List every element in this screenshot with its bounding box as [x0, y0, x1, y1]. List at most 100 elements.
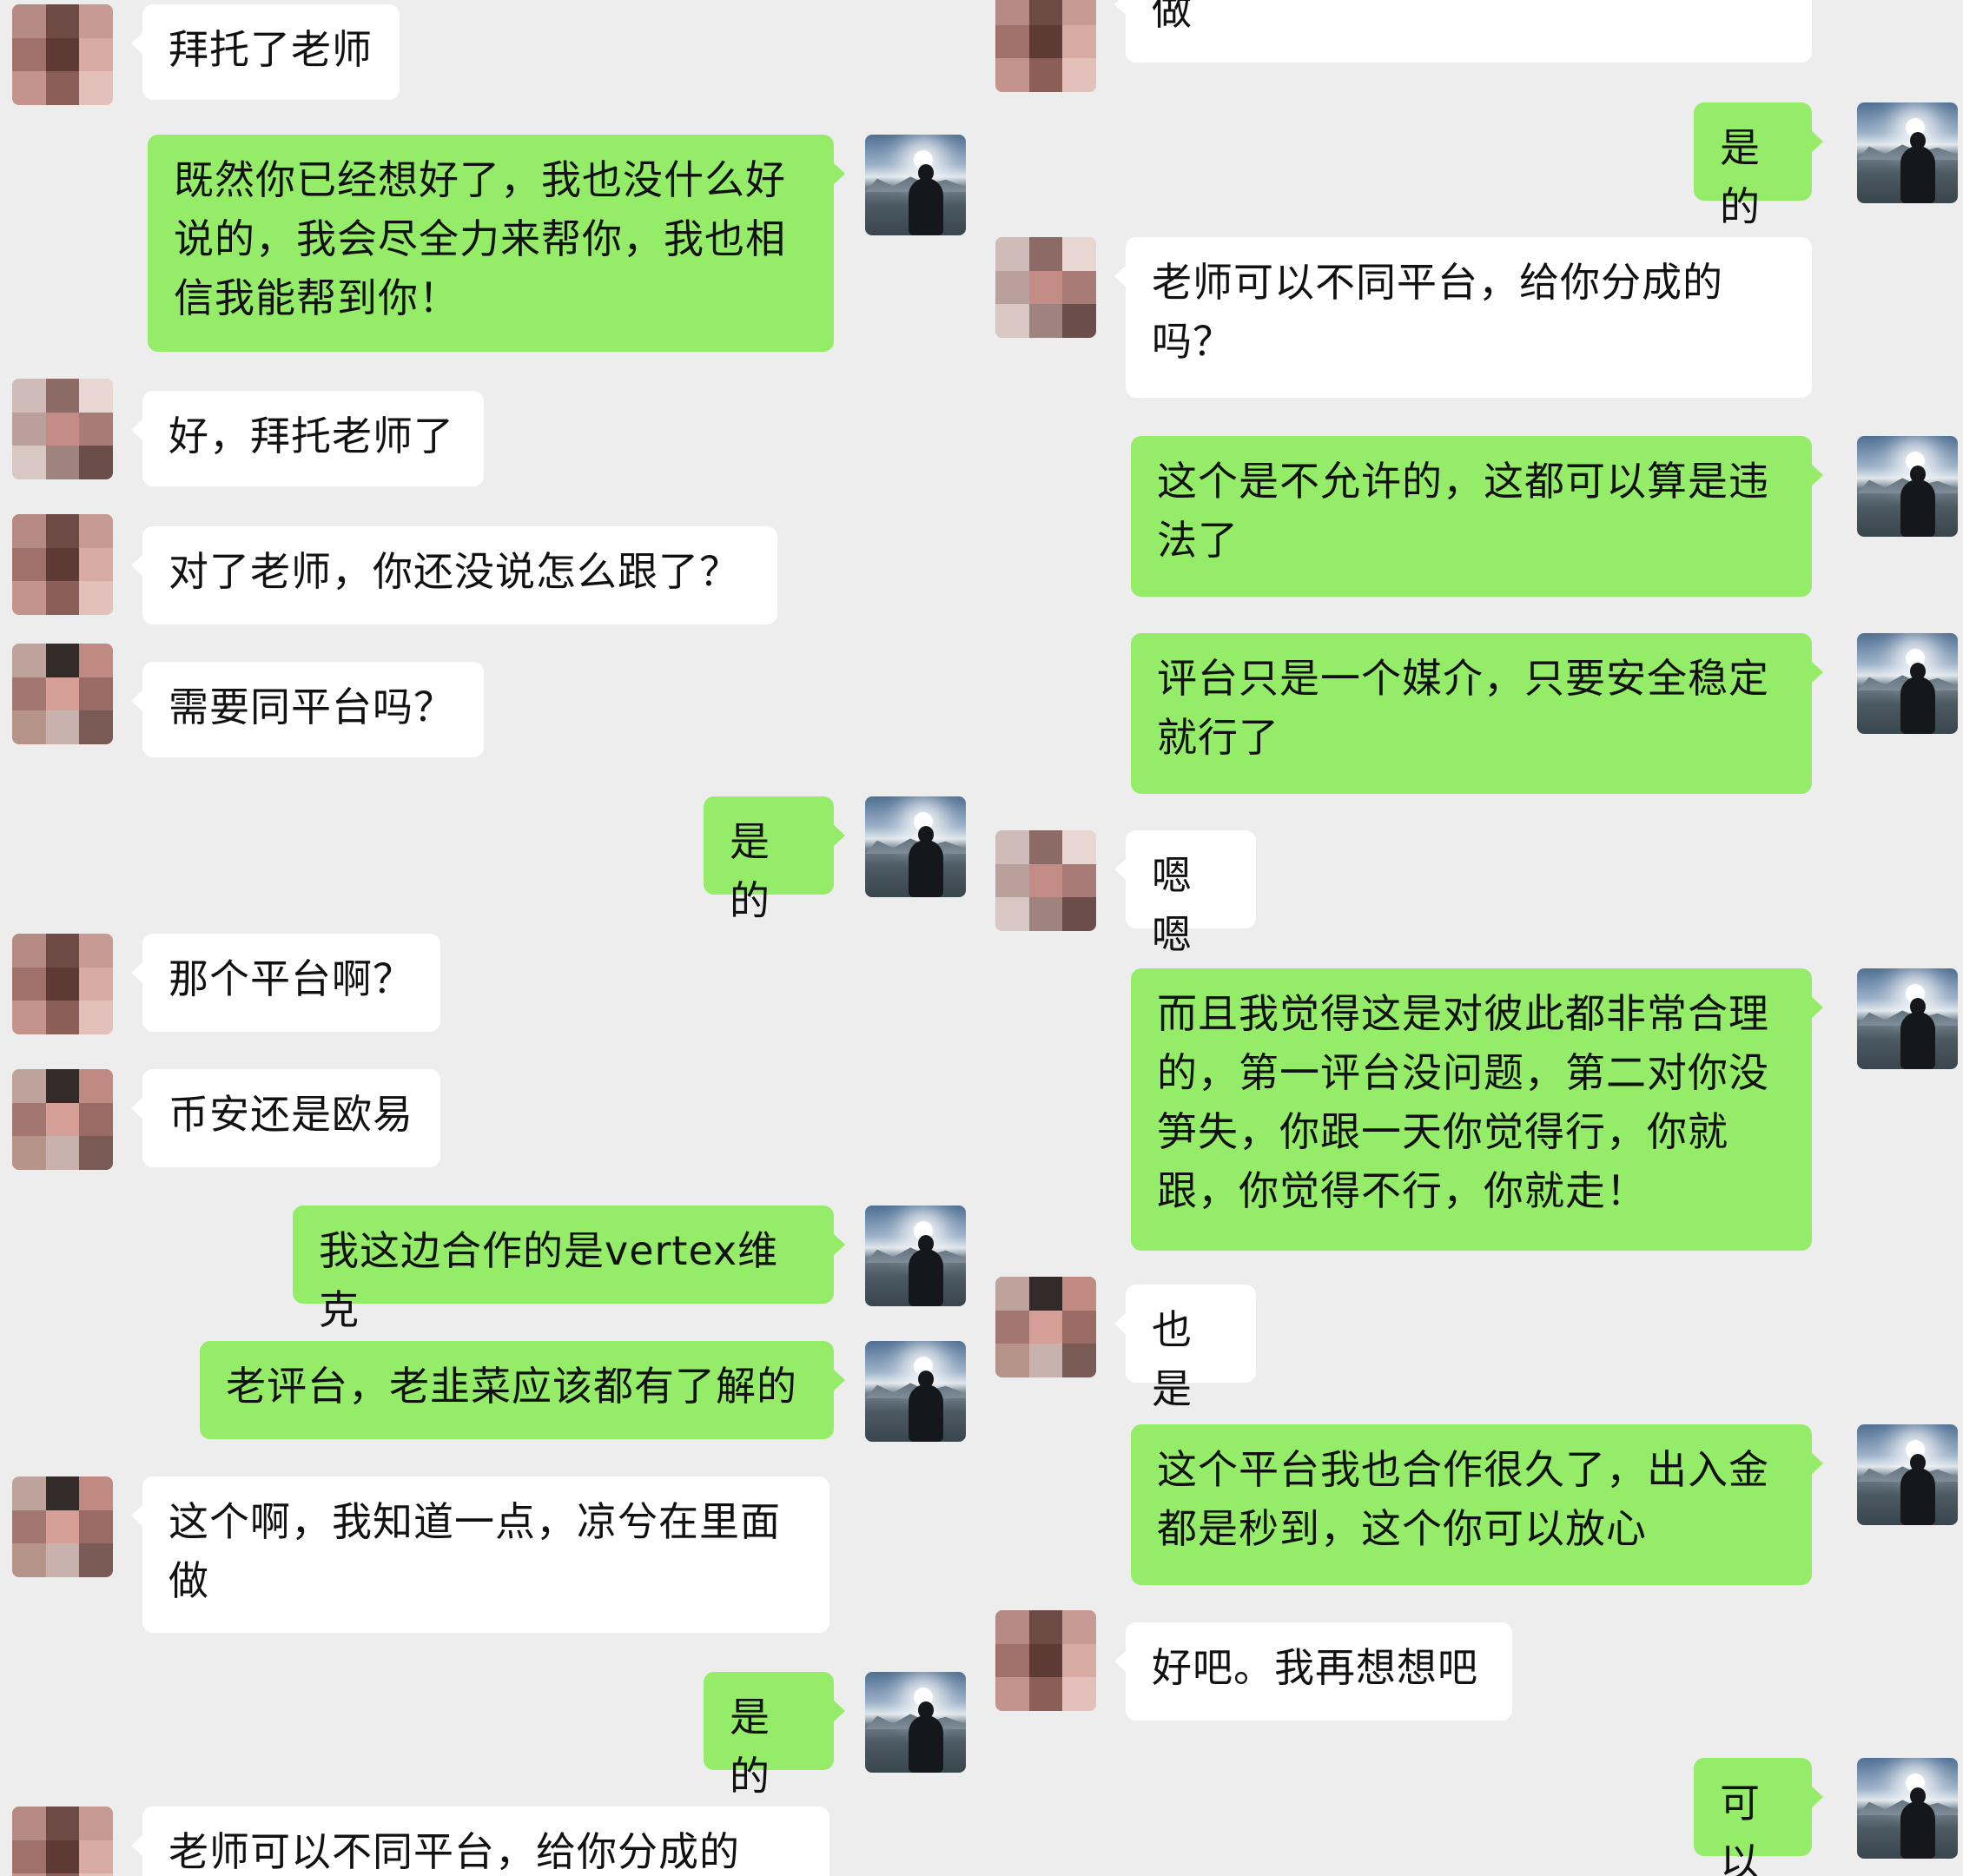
avatar-mosaic-cell [79, 1807, 113, 1840]
avatar-mosaic-cell [79, 446, 113, 479]
avatar-mosaic-cell [1062, 1643, 1096, 1678]
outgoing-message-bubble[interactable]: 我这边合作的是vertex维克 [293, 1206, 845, 1333]
avatar-mosaic-cell [45, 547, 80, 582]
contact-avatar[interactable] [995, 1610, 1096, 1711]
avatar-mosaic-cell [45, 412, 80, 446]
self-avatar[interactable] [1857, 633, 1958, 734]
avatar-mosaic-cell [45, 1509, 80, 1544]
outgoing-message-bubble[interactable]: 老评台，老韭菜应该都有了解的 [200, 1341, 845, 1439]
avatar-mosaic-cell [1062, 0, 1096, 25]
avatar-mosaic-cell [1062, 237, 1096, 271]
avatar-mosaic-cell [1028, 1610, 1063, 1644]
self-avatar[interactable] [865, 1672, 966, 1773]
avatar-mosaic-cell [45, 446, 80, 479]
incoming-message-bubble[interactable]: 那个平台啊？ [131, 934, 440, 1032]
chat-panel-left[interactable]: 拜托了老师既然你已经想好了，我也没什么好 说的，我会尽全力来帮你，我也相 信我能… [0, 0, 982, 1876]
avatar-mosaic-cell [1062, 58, 1096, 92]
avatar-mosaic-cell [45, 1136, 80, 1170]
incoming-message-bubble[interactable]: 这个啊，我知道一点，凉兮在里面 做 [131, 1476, 829, 1633]
avatar-mosaic-cell [995, 1344, 1029, 1377]
avatar-mosaic-cell [1062, 1610, 1096, 1644]
avatar-mosaic-cell [45, 644, 80, 677]
avatar-mosaic-cell [1062, 897, 1096, 931]
avatar-mosaic-cell [79, 1069, 113, 1103]
avatar-mosaic-cell [79, 967, 113, 1001]
avatar-mosaic-cell [45, 4, 80, 38]
avatar-mosaic-cell [79, 710, 113, 744]
avatar-mosaic-cell [12, 934, 46, 968]
incoming-message-bubble[interactable]: 老师可以不同平台，给你分成的 吗？ [1114, 237, 1812, 398]
contact-avatar[interactable] [12, 644, 113, 744]
avatar-mosaic-cell [45, 1476, 80, 1510]
avatar-mosaic-cell [1028, 863, 1063, 898]
incoming-message-bubble[interactable]: 币安还是欧易 [131, 1069, 440, 1167]
avatar-person [909, 1235, 943, 1306]
self-avatar[interactable] [865, 1341, 966, 1442]
avatar-mosaic-cell [995, 830, 1029, 864]
avatar-mosaic-cell [1028, 0, 1063, 25]
self-avatar[interactable] [1857, 102, 1958, 203]
avatar-person [1900, 132, 1935, 203]
incoming-message-bubble[interactable]: 好，拜托老师了 [131, 391, 484, 486]
avatar-mosaic-cell [995, 304, 1029, 338]
self-avatar[interactable] [865, 135, 966, 235]
contact-avatar[interactable] [12, 379, 113, 479]
contact-avatar[interactable] [12, 934, 113, 1034]
avatar-mosaic-cell [12, 379, 46, 413]
contact-avatar[interactable] [12, 4, 113, 105]
self-avatar[interactable] [865, 1206, 966, 1306]
avatar-mosaic-cell [1028, 58, 1063, 92]
self-avatar[interactable] [1857, 1424, 1958, 1525]
contact-avatar[interactable] [995, 237, 1096, 338]
outgoing-message-bubble[interactable]: 是的 [704, 1672, 845, 1800]
avatar-mosaic-cell [995, 270, 1029, 305]
outgoing-message-bubble[interactable]: 是的 [704, 796, 845, 924]
incoming-message-bubble[interactable]: 做 [1114, 0, 1812, 63]
incoming-message-bubble[interactable]: 老师可以不同平台，给你分成的 [131, 1807, 829, 1876]
avatar-mosaic-cell [45, 581, 80, 615]
avatar-mosaic-cell [12, 547, 46, 582]
outgoing-message-bubble[interactable]: 评台只是一个媒介，只要安全稳定 就行了 [1131, 633, 1823, 794]
chat-panel-right[interactable]: 做是的 老师可以不同平台，给你分成的 吗？ 这个是不允许的，这都可以算是违 法了 评台… [982, 0, 1963, 1876]
contact-avatar[interactable] [995, 1277, 1096, 1377]
avatar-mosaic-cell [1062, 1677, 1096, 1711]
avatar-mosaic-cell [79, 547, 113, 582]
outgoing-message-bubble[interactable]: 这个平台我也合作很久了，出入金 都是秒到，这个你可以放心 [1131, 1424, 1823, 1585]
avatar-mosaic-cell [995, 863, 1029, 898]
contact-avatar[interactable] [12, 514, 113, 615]
outgoing-message-bubble[interactable]: 是的 [1694, 102, 1823, 230]
avatar-mosaic-cell [1028, 897, 1063, 931]
avatar-mosaic-cell [12, 677, 46, 711]
avatar-mosaic-cell [1028, 1310, 1063, 1344]
contact-avatar[interactable] [12, 1476, 113, 1577]
self-avatar[interactable] [865, 796, 966, 897]
avatar-mosaic-cell [1028, 1277, 1063, 1311]
avatar-mosaic-cell [1028, 304, 1063, 338]
contact-avatar[interactable] [12, 1807, 113, 1876]
avatar-mosaic-cell [12, 1069, 46, 1103]
incoming-message-bubble[interactable]: 也是 [1114, 1285, 1256, 1412]
outgoing-message-bubble[interactable]: 这个是不允许的，这都可以算是违 法了 [1131, 436, 1823, 597]
avatar-mosaic-cell [1062, 1277, 1096, 1311]
avatar-mosaic-cell [45, 1102, 80, 1137]
incoming-message-bubble[interactable]: 需要同平台吗？ [131, 662, 484, 757]
avatar-mosaic-cell [12, 581, 46, 615]
contact-avatar[interactable] [995, 0, 1096, 92]
avatar-person [1900, 998, 1935, 1069]
self-avatar[interactable] [1857, 436, 1958, 537]
self-avatar[interactable] [1857, 1758, 1958, 1859]
incoming-message-bubble[interactable]: 拜托了老师 [131, 4, 400, 100]
avatar-mosaic-cell [12, 71, 46, 105]
avatar-mosaic-cell [12, 446, 46, 479]
outgoing-message-bubble[interactable]: 可以 [1694, 1758, 1823, 1876]
outgoing-message-bubble[interactable]: 既然你已经想好了，我也没什么好 说的，我会尽全力来帮你，我也相 信我能帮到你！ [148, 135, 845, 352]
outgoing-message-bubble[interactable]: 而且我觉得这是对彼此都非常合理 的，第一评台没问题，第二对你没 笋失，你跟一天你… [1131, 968, 1823, 1251]
incoming-message-bubble[interactable]: 嗯嗯 [1114, 830, 1256, 958]
contact-avatar[interactable] [995, 830, 1096, 931]
incoming-message-bubble[interactable]: 好吧。我再想想吧 [1114, 1622, 1512, 1721]
avatar-mosaic-cell [45, 934, 80, 968]
incoming-message-bubble[interactable]: 对了老师，你还没说怎么跟了？ [131, 526, 777, 624]
self-avatar[interactable] [1857, 968, 1958, 1069]
contact-avatar[interactable] [12, 1069, 113, 1170]
avatar-mosaic-cell [12, 710, 46, 744]
